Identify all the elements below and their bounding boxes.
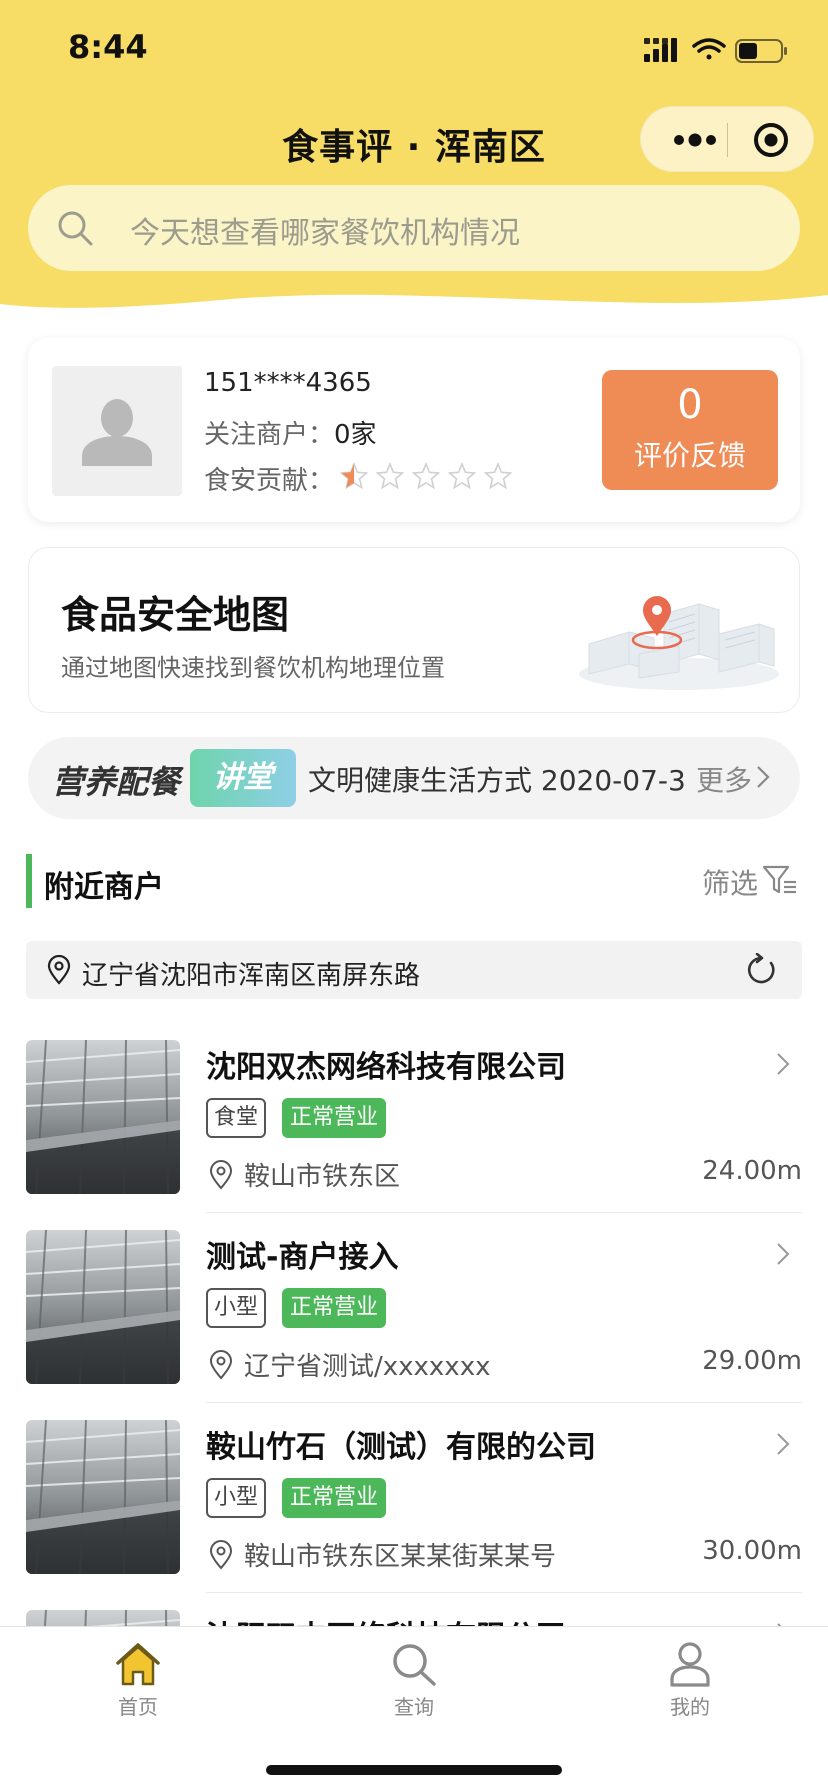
- location-pin-icon: [209, 1160, 233, 1190]
- chevron-right-icon: [777, 1053, 790, 1075]
- merchant-distance: 29.00m: [702, 1346, 802, 1376]
- follow-value: 0家: [334, 420, 377, 450]
- home-indicator: [266, 1765, 562, 1775]
- search-input[interactable]: 今天想查看哪家餐饮机构情况: [28, 185, 800, 271]
- location-pin-icon: [209, 1350, 233, 1380]
- tab-search[interactable]: 查询: [354, 1641, 474, 1720]
- lecture-tag: 讲堂: [190, 749, 296, 807]
- merchant-photo: [26, 1230, 180, 1384]
- filter-button[interactable]: 筛选: [702, 862, 758, 902]
- merchant-name: 沈阳双杰网络科技有限公司: [206, 1050, 566, 1085]
- nutrition-brand: 营养配餐: [52, 763, 181, 801]
- list-divider: [206, 1592, 802, 1593]
- follow-count: 关注商户：0家: [204, 414, 377, 451]
- location-pin-icon: [47, 955, 71, 985]
- map-card-subtitle: 通过地图快速找到餐饮机构地理位置: [61, 654, 445, 682]
- list-divider: [206, 1212, 802, 1213]
- chevron-right-icon: [777, 1243, 790, 1265]
- more-icon[interactable]: [665, 126, 725, 154]
- tab-home[interactable]: 首页: [78, 1641, 198, 1720]
- user-icon: [670, 1642, 710, 1687]
- merchant-name: 测试-商户接入: [206, 1240, 399, 1275]
- chevron-right-icon: [757, 766, 770, 788]
- merchant-name: 鞍山竹石（测试）有限的公司: [206, 1430, 596, 1465]
- feedback-label: 评价反馈: [633, 439, 746, 472]
- rating-star: [447, 461, 477, 490]
- nearby-section-title: 附近商户: [44, 870, 164, 905]
- status-bar: 8:44: [0, 0, 828, 100]
- merchant-item[interactable]: 测试-商户接入 小型 正常营业 辽宁省测试/xxxxxxx 29.00m: [0, 1230, 828, 1420]
- nutrition-lecture-banner[interactable]: 营养配餐 讲堂 文明健康生活方式 2020-07-3 更多: [28, 737, 800, 819]
- map-card-title: 食品安全地图: [61, 593, 290, 637]
- capsule-divider: [727, 123, 728, 157]
- merchant-item[interactable]: 鞍山竹石（测试）有限的公司 小型 正常营业 鞍山市铁东区某某街某某号 30.00…: [0, 1420, 828, 1610]
- merchant-photo: [26, 1420, 180, 1574]
- location-pin-icon: [209, 1540, 233, 1570]
- search-icon: [58, 211, 93, 246]
- user-phone: 151****4365: [204, 368, 372, 398]
- avatar[interactable]: [52, 366, 182, 496]
- search-placeholder: 今天想查看哪家餐饮机构情况: [130, 216, 520, 251]
- merchant-type-tag: 小型: [206, 1288, 267, 1328]
- current-location-text: 辽宁省沈阳市浑南区南屏东路: [82, 961, 421, 991]
- contribution-rating: [339, 461, 513, 490]
- food-safety-map-card[interactable]: 食品安全地图 通过地图快速找到餐饮机构地理位置: [28, 547, 800, 713]
- merchant-type-tag: 小型: [206, 1478, 267, 1518]
- refresh-icon[interactable]: [744, 953, 778, 987]
- contribution-label: 食安贡献：: [204, 466, 335, 496]
- status-time: 8:44: [68, 28, 148, 66]
- merchant-status-badge: 正常营业: [282, 1478, 387, 1518]
- rating-star: [375, 461, 405, 490]
- close-target-icon[interactable]: [750, 120, 792, 160]
- search-icon: [393, 1644, 436, 1686]
- current-location-bar: 辽宁省沈阳市浑南区南屏东路: [26, 941, 802, 999]
- follow-label: 关注商户：: [204, 420, 335, 450]
- lecture-headline[interactable]: 文明健康生活方式 2020-07-3: [308, 759, 708, 799]
- more-link[interactable]: 更多: [692, 759, 753, 799]
- merchant-address: 鞍山市铁东区某某街某某号: [244, 1542, 557, 1572]
- wifi-icon: [692, 38, 726, 60]
- tab-search-label: 查询: [394, 1695, 434, 1719]
- tab-profile-label: 我的: [670, 1695, 710, 1719]
- list-divider: [206, 1402, 802, 1403]
- avatar-placeholder-icon: [82, 399, 152, 466]
- merchant-address: 辽宁省测试/xxxxxxx: [244, 1352, 491, 1382]
- home-icon: [116, 1643, 160, 1686]
- battery-icon: [735, 39, 787, 63]
- merchant-status-badge: 正常营业: [282, 1288, 387, 1328]
- tab-home-label: 首页: [118, 1695, 158, 1719]
- city-map-illustration: [579, 596, 779, 690]
- merchant-type-tag: 食堂: [206, 1098, 267, 1138]
- signal-icon: [644, 38, 677, 62]
- tab-profile[interactable]: 我的: [630, 1641, 750, 1720]
- merchant-item[interactable]: 沈阳双杰网络科技有限公司 食堂 正常营业 鞍山市铁东区 24.00m: [0, 1040, 828, 1230]
- user-card: 151****4365 关注商户：0家 食安贡献： 0 评价反馈: [28, 338, 800, 522]
- chevron-right-icon: [777, 1433, 790, 1455]
- merchant-distance: 24.00m: [702, 1156, 802, 1186]
- filter-icon[interactable]: [762, 864, 798, 896]
- merchant-address: 鞍山市铁东区: [244, 1162, 401, 1192]
- feedback-count: 0: [677, 382, 703, 428]
- status-icons: [644, 38, 787, 63]
- merchant-photo: [26, 1040, 180, 1194]
- feedback-button[interactable]: 0 评价反馈: [602, 370, 778, 490]
- mini-program-capsule: [640, 106, 814, 172]
- merchant-distance: 30.00m: [702, 1536, 802, 1566]
- section-accent-bar: [26, 854, 32, 908]
- merchant-status-badge: 正常营业: [282, 1098, 387, 1138]
- rating-star: [483, 461, 513, 490]
- rating-star: [411, 461, 441, 490]
